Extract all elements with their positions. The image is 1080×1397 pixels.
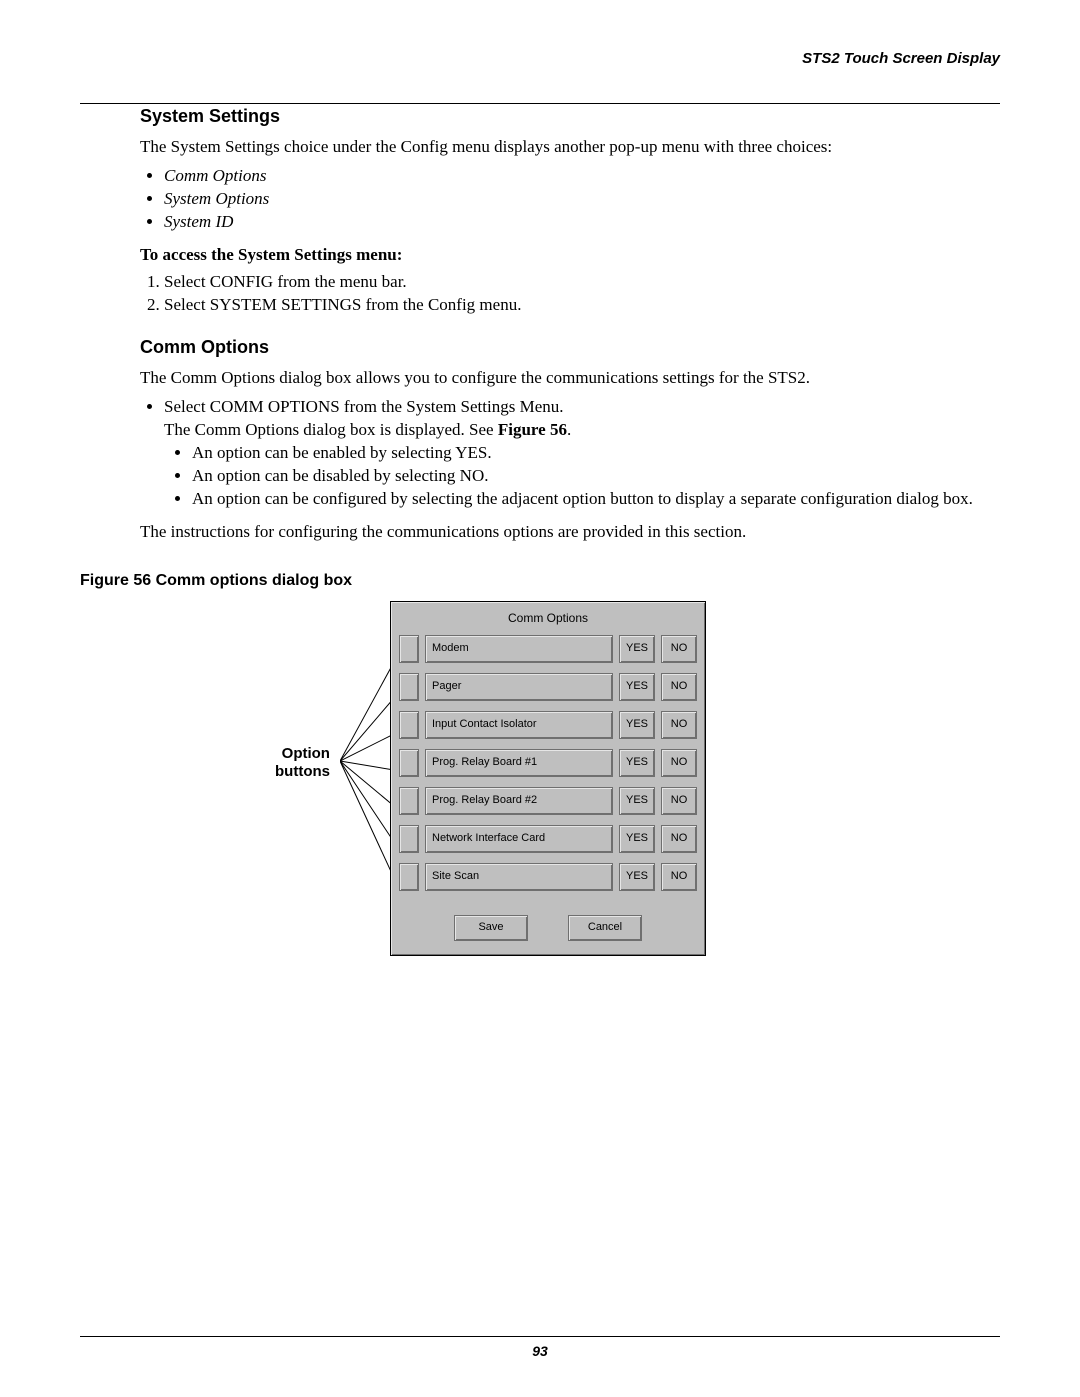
- option-config-button[interactable]: [399, 787, 419, 815]
- option-row: Pager YES NO: [399, 673, 697, 701]
- steps-access: Select CONFIG from the menu bar. Select …: [140, 271, 1000, 317]
- option-label: Network Interface Card: [425, 825, 613, 853]
- no-button[interactable]: NO: [661, 711, 697, 739]
- list-item: Select COMM OPTIONS from the System Sett…: [164, 396, 1000, 511]
- step-item: Select SYSTEM SETTINGS from the Config m…: [164, 294, 1000, 317]
- yes-button[interactable]: YES: [619, 635, 655, 663]
- page-footer: 93: [80, 1336, 1000, 1359]
- yes-button[interactable]: YES: [619, 825, 655, 853]
- figure-reference: Figure 56: [498, 420, 567, 439]
- option-label: Modem: [425, 635, 613, 663]
- list-item: An option can be disabled by selecting N…: [192, 465, 1000, 488]
- para-comm-outro: The instructions for configuring the com…: [140, 521, 1000, 544]
- option-config-button[interactable]: [399, 863, 419, 891]
- option-label: Prog. Relay Board #2: [425, 787, 613, 815]
- no-button[interactable]: NO: [661, 825, 697, 853]
- option-label: Input Contact Isolator: [425, 711, 613, 739]
- list-comm-steps: Select COMM OPTIONS from the System Sett…: [140, 396, 1000, 511]
- subhead-access: To access the System Settings menu:: [140, 244, 1000, 267]
- list-item: An option can be enabled by selecting YE…: [192, 442, 1000, 465]
- page: STS2 Touch Screen Display System Setting…: [0, 0, 1080, 1397]
- yes-button[interactable]: YES: [619, 711, 655, 739]
- running-head: STS2 Touch Screen Display: [80, 50, 1000, 73]
- option-row: Input Contact Isolator YES NO: [399, 711, 697, 739]
- yes-button[interactable]: YES: [619, 749, 655, 777]
- figure-caption: Figure 56 Comm options dialog box: [80, 570, 1000, 592]
- option-config-button[interactable]: [399, 749, 419, 777]
- option-row: Network Interface Card YES NO: [399, 825, 697, 853]
- list-option-notes: An option can be enabled by selecting YE…: [164, 442, 1000, 511]
- callout-option-buttons: Option buttons: [275, 745, 330, 780]
- para-comm-intro: The Comm Options dialog box allows you t…: [140, 367, 1000, 390]
- step-text: Select COMM OPTIONS from the System Sett…: [164, 397, 564, 416]
- callout-line1: Option: [282, 745, 330, 762]
- yes-button[interactable]: YES: [619, 787, 655, 815]
- list-sys-choices: Comm Options System Options System ID: [140, 165, 1000, 234]
- list-item: System ID: [164, 211, 1000, 234]
- option-row: Modem YES NO: [399, 635, 697, 663]
- no-button[interactable]: NO: [661, 749, 697, 777]
- no-button[interactable]: NO: [661, 787, 697, 815]
- option-label: Prog. Relay Board #1: [425, 749, 613, 777]
- option-config-button[interactable]: [399, 673, 419, 701]
- option-label: Pager: [425, 673, 613, 701]
- option-row: Site Scan YES NO: [399, 863, 697, 891]
- list-item: System Options: [164, 188, 1000, 211]
- no-button[interactable]: NO: [661, 635, 697, 663]
- step-item: Select CONFIG from the menu bar.: [164, 271, 1000, 294]
- option-config-button[interactable]: [399, 635, 419, 663]
- para-sys-intro: The System Settings choice under the Con…: [140, 136, 1000, 159]
- save-button[interactable]: Save: [454, 915, 528, 941]
- comm-options-dialog: Comm Options Modem YES NO Pager YES NO: [390, 601, 706, 955]
- option-row: Prog. Relay Board #1 YES NO: [399, 749, 697, 777]
- heading-comm-options: Comm Options: [140, 335, 1000, 359]
- no-button[interactable]: NO: [661, 863, 697, 891]
- yes-button[interactable]: YES: [619, 673, 655, 701]
- dialog-title: Comm Options: [393, 604, 703, 634]
- option-config-button[interactable]: [399, 711, 419, 739]
- option-label: Site Scan: [425, 863, 613, 891]
- displayed-after: .: [567, 420, 571, 439]
- cancel-button[interactable]: Cancel: [568, 915, 642, 941]
- option-row: Prog. Relay Board #2 YES NO: [399, 787, 697, 815]
- footer-rule: [80, 1336, 1000, 1337]
- body-content: System Settings The System Settings choi…: [80, 104, 1000, 1011]
- dialog-rows: Modem YES NO Pager YES NO Input Contact …: [393, 635, 703, 891]
- yes-button[interactable]: YES: [619, 863, 655, 891]
- list-item: An option can be configured by selecting…: [192, 488, 1000, 511]
- figure-56: Option buttons Comm Options Modem: [80, 601, 940, 1011]
- list-item: Comm Options: [164, 165, 1000, 188]
- no-button[interactable]: NO: [661, 673, 697, 701]
- dialog-actions: Save Cancel: [393, 901, 703, 953]
- displayed-text: The Comm Options dialog box is displayed…: [164, 420, 498, 439]
- page-number: 93: [80, 1343, 1000, 1359]
- callout-line2: buttons: [275, 763, 330, 780]
- heading-system-settings: System Settings: [140, 104, 1000, 128]
- option-config-button[interactable]: [399, 825, 419, 853]
